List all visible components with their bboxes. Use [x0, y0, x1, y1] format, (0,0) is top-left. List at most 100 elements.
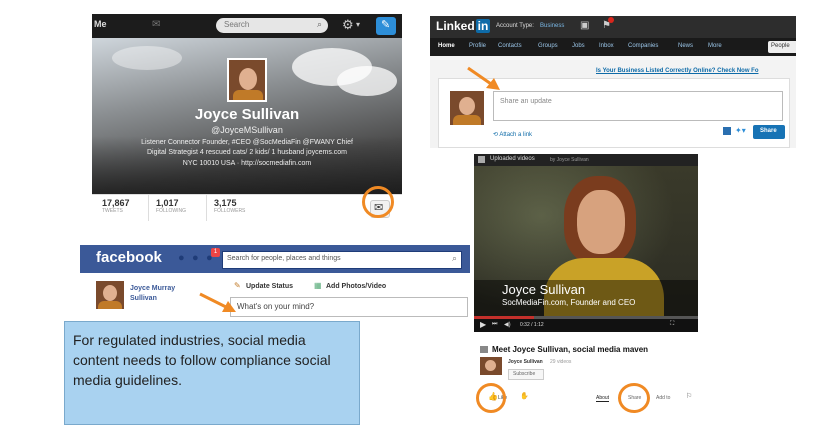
profile-bio-line1: Listener Connector Founder, #CEO @SocMed… [141, 139, 353, 146]
divider [206, 195, 207, 221]
tab-about[interactable]: About [596, 395, 610, 402]
thumbs-down-icon[interactable]: ✋ [520, 392, 529, 400]
channel-name[interactable]: Joyce Sullivan [508, 359, 543, 365]
attach-link[interactable]: ⟲ Attach a link [493, 131, 532, 138]
account-type-label: Account Type: [496, 23, 534, 29]
share-button[interactable]: Share [753, 125, 785, 139]
search-icon[interactable]: ⌕ [452, 253, 457, 264]
checkbox[interactable] [723, 127, 731, 135]
stat-following[interactable]: 1,017 FOLLOWING [156, 198, 186, 214]
stat-label: FOLLOWERS [214, 208, 246, 214]
nav-more[interactable]: More [708, 43, 722, 49]
arrow-pointer [467, 66, 500, 90]
stat-tweets[interactable]: 17,867 TWEETS [102, 198, 130, 214]
nav-profile[interactable]: Profile [469, 43, 486, 49]
pencil-icon: ✎ [234, 281, 241, 290]
profile-location-url[interactable]: NYC 10010 USA · http://socmediafin.com [102, 160, 392, 167]
promo-link[interactable]: Is Your Business Listed Correctly Online… [596, 68, 758, 74]
subscribe-button[interactable]: Subscribe [508, 369, 544, 380]
twitter-share-icon[interactable]: ✦▾ [735, 126, 746, 135]
nav-contacts[interactable]: Contacts [498, 43, 522, 49]
video-controls: ▶ ⏭ ◀) 0:32 / 1:12 ⛶ [474, 316, 698, 332]
people-search-button[interactable]: People [768, 41, 796, 53]
nav-inbox[interactable]: Inbox [599, 43, 614, 49]
friends-icon[interactable]: ● [178, 252, 185, 264]
status-placeholder: What's on your mind? [237, 302, 315, 311]
share-button-label: Share [760, 128, 777, 134]
playlist-icon [480, 346, 488, 353]
channel-avatar[interactable] [480, 357, 502, 375]
arrow-pointer [199, 292, 236, 312]
status-input[interactable]: What's on your mind? [230, 297, 468, 317]
stat-label: TWEETS [102, 208, 123, 214]
inbox-icon[interactable]: ▣ [580, 20, 589, 31]
video-title[interactable]: Meet Joyce Sullivan, social media maven [492, 345, 648, 354]
avatar[interactable] [96, 281, 124, 309]
next-icon[interactable]: ⏭ [492, 321, 497, 328]
channel-video-count: 29 videos [550, 359, 572, 365]
progress-fill [474, 316, 534, 319]
linkedin-nav-bar: Home Profile Contacts Groups Jobs Inbox … [430, 38, 796, 56]
stat-followers[interactable]: 3,175 FOLLOWERS [214, 198, 245, 214]
avatar[interactable] [450, 91, 484, 125]
twitter-search-placeholder: Search [224, 20, 250, 29]
nav-jobs[interactable]: Jobs [572, 43, 585, 49]
stat-value: 17,867 [102, 198, 130, 208]
stat-value: 1,017 [156, 198, 179, 208]
profile-name: Joyce Sullivan [194, 106, 300, 123]
twitter-search-input[interactable]: Search ⌕ [216, 18, 328, 33]
nav-news[interactable]: News [678, 43, 693, 49]
profile-handle[interactable]: @JoyceMSullivan [92, 125, 402, 135]
twitter-header-image: Joyce Sullivan @JoyceMSullivan Listener … [92, 38, 402, 206]
compose-tweet-button[interactable]: ✎ [376, 17, 396, 35]
people-label: People [771, 43, 790, 49]
video-header-by[interactable]: by Joyce Sullivan [550, 157, 589, 163]
facebook-screenshot: facebook ● ● ● 1 Search for people, plac… [80, 245, 470, 323]
chevron-down-icon: ▾ [356, 20, 361, 29]
divider [148, 195, 149, 221]
account-type-value[interactable]: Business [540, 23, 564, 29]
messages-icon[interactable]: ● [192, 252, 199, 264]
share-update-input[interactable]: Share an update [493, 91, 783, 121]
linkedin-top-bar: Linked in Account Type: Business ▣ ⚑ [430, 16, 796, 38]
highlight-ring [476, 383, 506, 413]
twitter-bird-icon: ✉ [152, 19, 161, 30]
notification-dot [608, 17, 614, 23]
volume-icon[interactable]: ◀) [504, 321, 511, 328]
update-status-link[interactable]: Update Status [246, 283, 293, 290]
user-name-line2[interactable]: Sullivan [130, 295, 157, 302]
gear-icon[interactable]: ⚙ [342, 17, 354, 33]
profile-bio-line2: Digital Strategist 4 rescued cats/ 2 kid… [147, 149, 347, 156]
linkedin-logo[interactable]: Linked in [436, 19, 491, 33]
subscribe-label: Subscribe [513, 371, 536, 377]
caption-box: For regulated industries, social media c… [64, 321, 360, 425]
user-name-line1[interactable]: Joyce Murray [130, 285, 175, 292]
highlight-ring [618, 383, 650, 413]
search-icon: ⌕ [316, 19, 322, 29]
linkedin-logo-in: in [475, 19, 491, 33]
facebook-logo[interactable]: facebook [96, 249, 162, 266]
tab-add-to[interactable]: Add to [656, 395, 670, 401]
linkedin-logo-text: Linked [436, 19, 475, 33]
avatar[interactable] [227, 58, 267, 102]
twitter-me-link[interactable]: Me [94, 19, 107, 29]
stat-value: 3,175 [214, 198, 237, 208]
notification-badge: 1 [211, 248, 220, 257]
stat-label: FOLLOWING [156, 208, 187, 214]
nav-companies[interactable]: Companies [628, 43, 658, 49]
video-player[interactable]: Joyce Sullivan SocMediaFin.com, Founder … [474, 166, 698, 332]
play-icon[interactable]: ▶ [480, 320, 486, 329]
photo-icon: ▦ [314, 281, 322, 290]
nav-groups[interactable]: Groups [538, 43, 558, 49]
flag-icon[interactable]: ⚐ [686, 392, 692, 400]
video-header-title: Uploaded videos [490, 156, 535, 162]
cloud-shape [112, 46, 182, 70]
presenter-face [577, 190, 625, 254]
facebook-search-input[interactable]: Search for people, places and things ⌕ [222, 251, 462, 269]
overlay-subtitle: SocMediaFin.com, Founder and CEO [502, 298, 636, 307]
nav-home[interactable]: Home [438, 43, 455, 49]
add-photos-link[interactable]: Add Photos/Video [326, 283, 386, 290]
cloud-shape [337, 66, 397, 96]
caption-text: For regulated industries, social media c… [73, 332, 331, 388]
fullscreen-icon[interactable]: ⛶ [670, 321, 674, 328]
